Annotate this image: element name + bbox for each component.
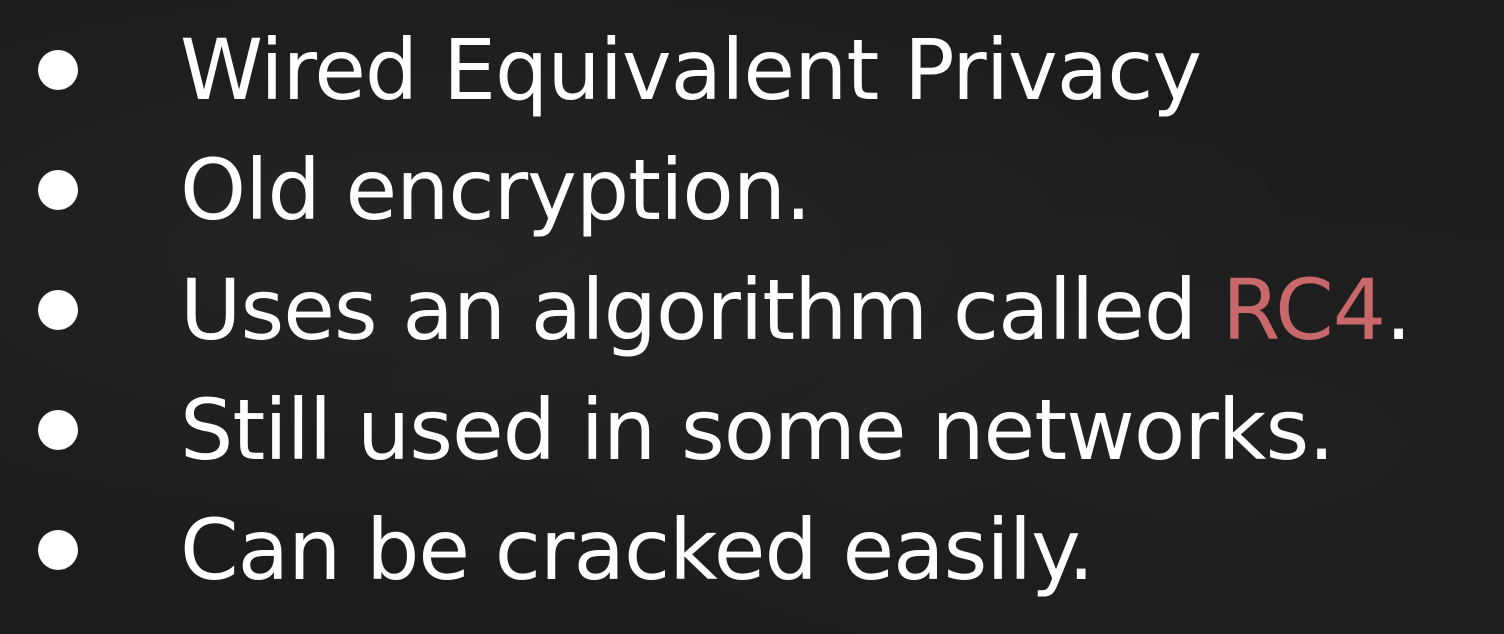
list-item: Can be cracked easily. [0, 490, 1504, 610]
list-item: Uses an algorithm called RC4. [0, 250, 1504, 370]
bullet-text-before: Uses an algorithm called [180, 261, 1222, 359]
bullet-text-after: . [1385, 261, 1412, 359]
bullet-dot-icon [38, 410, 78, 450]
bullet-text: Wired Equivalent Privacy [180, 21, 1202, 119]
bullet-dot-icon [38, 50, 78, 90]
bullet-dot-icon [38, 530, 78, 570]
bullet-text: Uses an algorithm called RC4. [180, 250, 1412, 370]
list-item: Still used in some networks. [0, 370, 1504, 490]
bullet-dot-icon [38, 290, 78, 330]
list-item: Wired Equivalent Privacy [0, 10, 1504, 130]
list-item: Old encryption. [0, 130, 1504, 250]
bullet-list: Wired Equivalent Privacy Old encryption.… [0, 10, 1504, 610]
bullet-dot-icon [38, 170, 78, 210]
bullet-text: Old encryption. [180, 141, 812, 239]
slide: Wired Equivalent Privacy Old encryption.… [0, 0, 1504, 634]
bullet-text: Still used in some networks. [180, 381, 1335, 479]
bullet-text: Can be cracked easily. [180, 501, 1095, 599]
highlighted-term: RC4 [1221, 261, 1386, 359]
